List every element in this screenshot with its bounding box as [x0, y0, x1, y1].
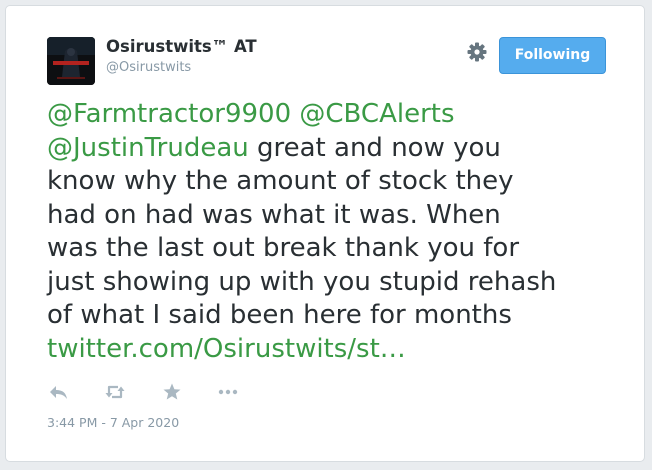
like-star-icon[interactable]	[160, 381, 184, 403]
gear-icon[interactable]	[466, 41, 488, 63]
username-handle[interactable]: @Osirustwits	[106, 60, 191, 76]
retweet-icon[interactable]	[103, 381, 127, 403]
tweet-text-line: know why the amount of stock they	[47, 165, 617, 199]
display-name[interactable]: Osirustwits™ AT	[106, 37, 257, 57]
tweet-text-segment: had on had was what it was. When	[47, 199, 501, 230]
url-link[interactable]: twitter.com/Osirustwits/st…	[47, 334, 406, 364]
tweet-text-line: was the last out break thank you for	[47, 232, 617, 266]
mention-link[interactable]: @JustinTrudeau	[47, 133, 249, 163]
tweet-text-line: of what I said been here for months	[47, 299, 617, 333]
tweet-text-segment: was the last out break thank you for	[47, 233, 520, 263]
mention-link[interactable]: @Farmtractor9900 @CBCAlerts	[47, 99, 455, 129]
tweet-text-segment: great and now you	[248, 132, 501, 163]
following-button[interactable]: Following	[499, 37, 606, 74]
tweet-text-line: had on had was what it was. When	[47, 199, 617, 233]
tweet-text-line: @JustinTrudeau great and now you	[47, 132, 617, 166]
tweet-card: Osirustwits™ AT @Osirustwits Following @…	[5, 5, 645, 462]
timestamp[interactable]: 3:44 PM - 7 Apr 2020	[47, 415, 179, 431]
more-icon[interactable]	[216, 381, 240, 403]
avatar-image	[47, 37, 95, 85]
tweet-text: @Farmtractor9900 @CBCAlerts @JustinTrudea…	[47, 98, 617, 366]
tweet-text-line: twitter.com/Osirustwits/st…	[47, 333, 617, 367]
avatar[interactable]	[47, 37, 95, 85]
tweet-text-segment: just showing up with you stupid rehash	[47, 266, 557, 297]
tweet-text-line: just showing up with you stupid rehash	[47, 266, 617, 300]
tweet-text-segment: of what I said been here for months	[47, 300, 512, 330]
tweet-text-segment: know why the amount of stock they	[47, 166, 514, 196]
tweet-text-line: @Farmtractor9900 @CBCAlerts	[47, 98, 617, 132]
reply-icon[interactable]	[47, 381, 71, 403]
